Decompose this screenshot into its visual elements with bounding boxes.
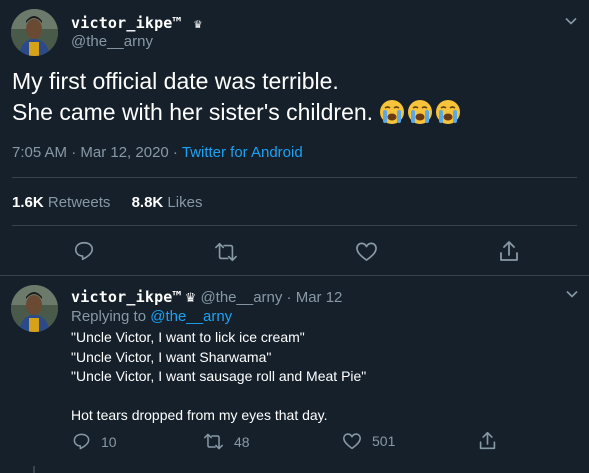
retweets-stat[interactable]: 1.6K Retweets <box>12 194 110 211</box>
retweet-count: 48 <box>234 433 250 450</box>
crown-icon: ♛ <box>184 290 197 305</box>
tweet-meta: 7:05 AM · Mar 12, 2020 · Twitter for And… <box>12 144 303 161</box>
avatar[interactable] <box>11 9 58 56</box>
divider <box>12 177 577 178</box>
retweet-action[interactable]: 48 <box>203 432 250 451</box>
tweet-text-line-1: My first official date was terrible. <box>12 68 339 94</box>
reply-icon[interactable] <box>72 432 91 451</box>
crown-icon: ♛ <box>194 17 203 32</box>
engagement-stats: 1.6K Retweets 8.8K Likes <box>12 194 202 211</box>
likes-stat[interactable]: 8.8K Likes <box>132 194 203 211</box>
reply-action[interactable]: 10 <box>72 432 117 451</box>
reply-line: "Uncle Victor, I want to lick ice cream" <box>71 329 305 345</box>
crying-face-emoji <box>408 100 433 124</box>
like-count: 501 <box>372 433 396 449</box>
reply-line: "Uncle Victor, I want sausage roll and M… <box>71 368 367 384</box>
source-link[interactable]: Twitter for Android <box>182 144 303 161</box>
display-name[interactable]: victor_ikpe™ ♛ <box>71 14 202 32</box>
chevron-down-icon[interactable] <box>565 287 579 301</box>
timestamp[interactable]: 7:05 AM · Mar 12, 2020 · <box>12 144 182 161</box>
share-icon[interactable] <box>478 430 497 451</box>
retweet-icon[interactable] <box>203 432 224 451</box>
like-icon[interactable] <box>355 241 378 262</box>
reply-text: "Uncle Victor, I want to lick ice cream"… <box>71 328 366 425</box>
retweet-icon[interactable] <box>214 241 238 263</box>
emoji-group <box>377 99 461 125</box>
display-name-text[interactable]: victor_ikpe™ <box>71 14 182 32</box>
divider <box>0 275 589 276</box>
divider <box>12 225 577 226</box>
tweet-text: My first official date was terrible. She… <box>12 66 461 128</box>
tweet-text-line-2: She came with her sister's children. <box>12 97 461 128</box>
replying-to: Replying to @the__arny <box>71 308 233 325</box>
handle[interactable]: @the__arny <box>71 33 153 50</box>
reply-icon[interactable] <box>73 240 95 262</box>
handle-date[interactable]: @the__arny · Mar 12 <box>200 289 342 306</box>
share-icon[interactable] <box>498 239 520 263</box>
reply-count: 10 <box>101 433 117 450</box>
reply-line: "Uncle Victor, I want Sharwama" <box>71 348 272 365</box>
reply-header: victor_ikpe™ ♛ @the__arny · Mar 12 <box>71 288 342 306</box>
crying-face-emoji <box>380 100 405 124</box>
reply-closing-line: Hot tears dropped from my eyes that day. <box>71 406 328 423</box>
thread-line <box>33 466 35 473</box>
chevron-down-icon[interactable] <box>564 14 578 28</box>
crying-face-emoji <box>436 100 461 124</box>
like-action[interactable]: 501 <box>342 432 395 450</box>
replying-to-handle[interactable]: @the__arny <box>150 308 232 325</box>
display-name-text[interactable]: victor_ikpe™ <box>71 288 182 306</box>
like-icon[interactable] <box>342 432 362 450</box>
avatar[interactable] <box>11 285 58 332</box>
